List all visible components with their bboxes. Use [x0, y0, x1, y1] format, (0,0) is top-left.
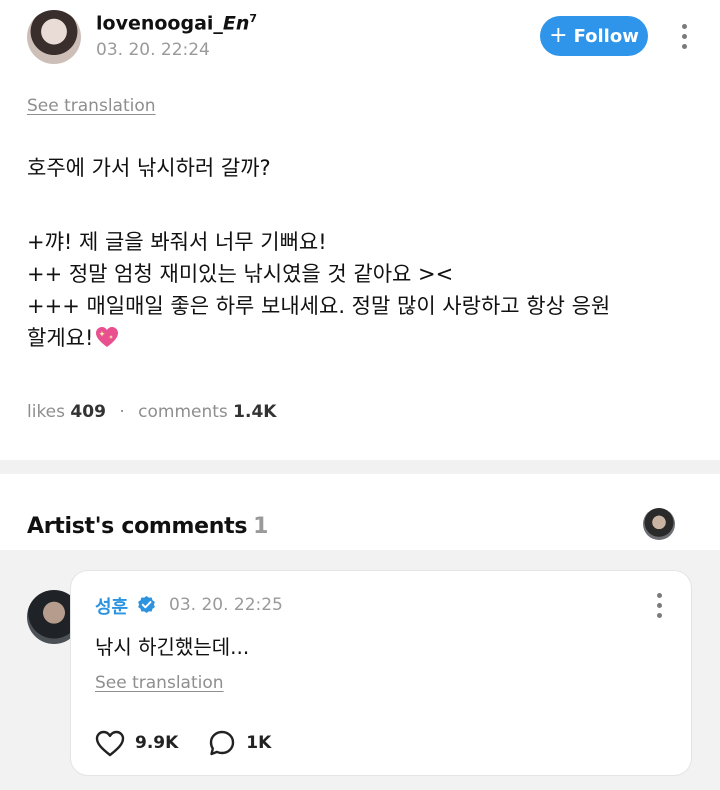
author-name-suffix: En: [222, 12, 250, 35]
post-line: 할게요!: [27, 322, 697, 354]
follow-label: Follow: [573, 25, 639, 47]
comment-date: 03. 20. 22:25: [169, 595, 283, 615]
author-name[interactable]: lovenoogai_En7: [96, 12, 257, 34]
reply-button[interactable]: 1K: [208, 729, 271, 757]
author-name-superscript: 7: [249, 12, 258, 25]
artist-avatar[interactable]: [643, 508, 675, 540]
post-body: 호주에 가서 낚시하러 갈까? +꺄! 제 글을 봐줘서 너무 기뻐요! ++ …: [27, 152, 697, 354]
plus-icon: +: [549, 22, 568, 48]
post-line-text: 할게요!: [27, 326, 94, 350]
post-line: ++ 정말 엄청 재미있는 낚시였을 것 같아요 ><: [27, 262, 454, 286]
stats-separator: ·: [119, 402, 125, 422]
reply-count: 1K: [246, 733, 272, 753]
comments-label[interactable]: comments: [138, 402, 228, 422]
section-divider: [0, 460, 720, 474]
comment-more-icon[interactable]: [649, 593, 669, 618]
like-count: 9.9K: [135, 733, 179, 753]
post: lovenoogai_En7 03. 20. 22:24 + Follow Se…: [0, 0, 720, 460]
author-avatar[interactable]: [27, 10, 81, 64]
sparkling-heart-icon: [96, 327, 119, 347]
comment-see-translation-link[interactable]: See translation: [95, 673, 224, 693]
follow-button[interactable]: + Follow: [540, 16, 648, 56]
artist-comments-header: Artist's comments 1: [0, 474, 720, 550]
like-button[interactable]: 9.9K: [95, 730, 178, 757]
comment-actions: 9.9K 1K: [95, 729, 271, 757]
comment-text: 낚시 하긴했는데...: [95, 635, 250, 659]
more-options-icon[interactable]: [674, 24, 694, 49]
comment-bubble-icon: [210, 730, 235, 756]
comments-count[interactable]: 1.4K: [233, 402, 276, 422]
likes-count: 409: [70, 402, 106, 422]
author-name-text: lovenoogai_: [96, 12, 223, 35]
comments-area: 성훈 03. 20. 22:25 낚시 하긴했는데... See transla…: [0, 550, 720, 790]
see-translation-link[interactable]: See translation: [27, 96, 156, 116]
artist-comments-title-text: Artist's comments: [27, 514, 248, 539]
heart-icon: [95, 730, 125, 756]
post-line: 호주에 가서 낚시하러 갈까?: [27, 156, 271, 180]
post-stats: likes 409 · comments 1.4K: [27, 402, 276, 422]
commenter-name[interactable]: 성훈: [95, 593, 128, 619]
post-line: +++ 매일매일 좋은 하루 보내세요. 정말 많이 사랑하고 항상 응원: [27, 294, 611, 318]
artist-comments-count: 1: [253, 514, 269, 539]
artist-comments-title: Artist's comments 1: [27, 514, 268, 539]
post-date: 03. 20. 22:24: [96, 40, 210, 60]
verified-badge-icon: [138, 595, 155, 614]
likes-label: likes: [27, 402, 66, 422]
comment-card: 성훈 03. 20. 22:25 낚시 하긴했는데... See transla…: [70, 570, 692, 776]
post-line: +꺄! 제 글을 봐줘서 너무 기뻐요!: [27, 230, 327, 254]
